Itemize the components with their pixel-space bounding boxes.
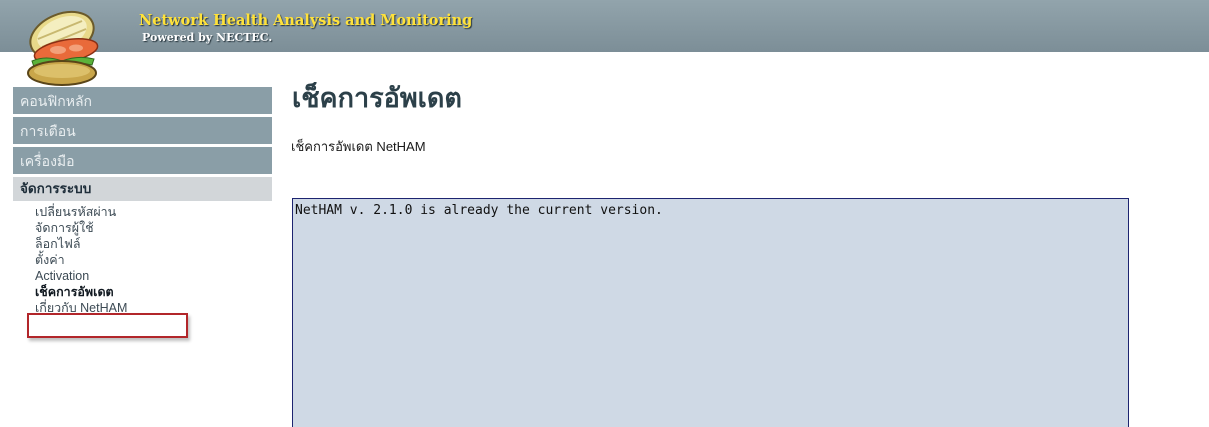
sidebar-item-check-update[interactable]: เช็คการอัพเดต — [35, 284, 272, 300]
highlight-box — [27, 313, 188, 338]
update-output-box: NetHAM v. 2.1.0 is already the current v… — [292, 198, 1129, 427]
page: Network Health Analysis and Monitoring P… — [0, 0, 1209, 427]
app-title: Network Health Analysis and Monitoring — [139, 12, 473, 29]
sidebar-item-manage-users[interactable]: จัดการผู้ใช้ — [35, 220, 272, 236]
sidebar-submenu: เปลี่ยนรหัสผ่าน จัดการผู้ใช้ ล็อกไฟล์ ตั… — [13, 204, 272, 316]
sidebar-section-main-config[interactable]: คอนฟิกหลัก — [13, 87, 272, 114]
sidebar-section-system-admin[interactable]: จัดการระบบ — [13, 177, 272, 201]
sidebar-section-alerts[interactable]: การเตือน — [13, 117, 272, 144]
app-subtitle: Powered by NECTEC. — [142, 31, 273, 44]
update-status-text: NetHAM v. 2.1.0 is already the current v… — [295, 203, 663, 218]
sidebar-item-change-password[interactable]: เปลี่ยนรหัสผ่าน — [35, 204, 272, 220]
page-subtitle: เช็คการอัพเดต NetHAM — [291, 139, 426, 154]
sidebar-item-settings[interactable]: ตั้งค่า — [35, 252, 272, 268]
sidebar-item-about-netham[interactable]: เกี่ยวกับ NetHAM — [35, 300, 272, 316]
sidebar: คอนฟิกหลัก การเตือน เครื่องมือ จัดการระบ… — [13, 87, 272, 316]
sidebar-item-log-file[interactable]: ล็อกไฟล์ — [35, 236, 272, 252]
page-title: เช็คการอัพเดต — [292, 83, 462, 114]
sidebar-item-activation[interactable]: Activation — [35, 268, 272, 284]
header-bar: Network Health Analysis and Monitoring P… — [0, 0, 1209, 52]
sidebar-section-tools[interactable]: เครื่องมือ — [13, 147, 272, 174]
sandwich-logo-icon — [27, 10, 99, 86]
